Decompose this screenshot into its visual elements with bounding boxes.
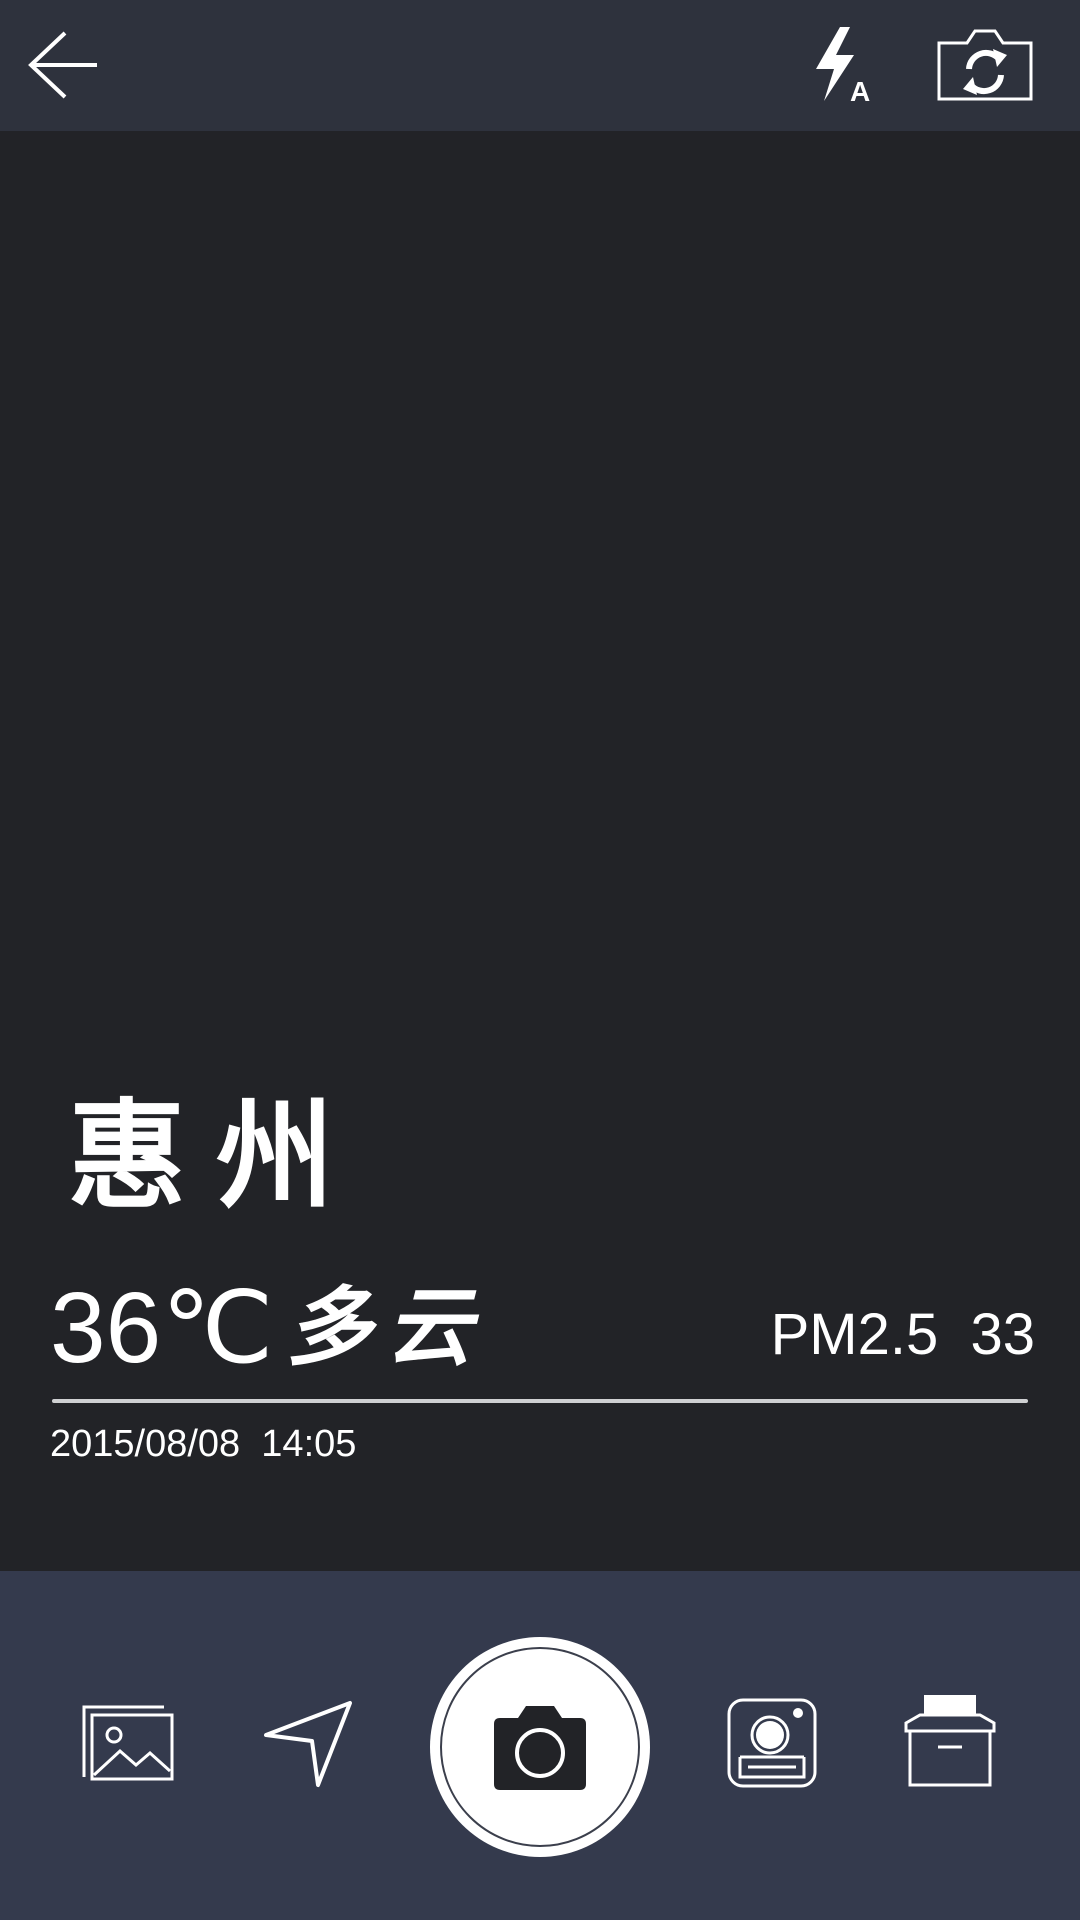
weather-row: 36℃ 多云 PM2.5 33	[50, 1273, 1035, 1383]
gallery-button[interactable]	[78, 1693, 178, 1793]
bottom-toolbar	[0, 1571, 1080, 1920]
gallery-icon	[82, 1705, 174, 1781]
flash-auto-icon: A	[816, 27, 870, 105]
datetime-label: 2015/08/08 14:05	[50, 1423, 357, 1465]
weather-watermark: 惠州 36℃ 多云 PM2.5 33 2015/08/08 14:05	[0, 131, 1080, 1571]
stamp-button[interactable]	[722, 1693, 822, 1793]
printer-icon	[904, 1695, 996, 1787]
print-button[interactable]	[900, 1689, 1000, 1793]
flash-auto-button[interactable]: A	[800, 20, 890, 110]
pm25-value: PM2.5 33	[770, 1302, 1035, 1367]
temperature: 36℃	[50, 1272, 274, 1384]
stamp-icon	[727, 1698, 817, 1788]
shutter-button[interactable]	[430, 1637, 650, 1857]
location-arrow-icon	[264, 1701, 352, 1787]
camera-switch-button[interactable]	[930, 20, 1040, 110]
camera-viewfinder[interactable]: 惠州 36℃ 多云 PM2.5 33 2015/08/08 14:05	[0, 131, 1080, 1571]
weather-condition: 多云	[286, 1277, 486, 1378]
location-button[interactable]	[258, 1693, 358, 1793]
back-button[interactable]	[18, 20, 108, 110]
svg-text:A: A	[850, 76, 870, 105]
camera-switch-icon	[937, 29, 1033, 101]
watermark-divider	[52, 1399, 1028, 1403]
top-toolbar: A	[0, 0, 1080, 131]
arrow-left-icon	[28, 31, 97, 99]
city-name: 惠州	[68, 1086, 365, 1225]
camera-icon	[494, 1706, 586, 1790]
